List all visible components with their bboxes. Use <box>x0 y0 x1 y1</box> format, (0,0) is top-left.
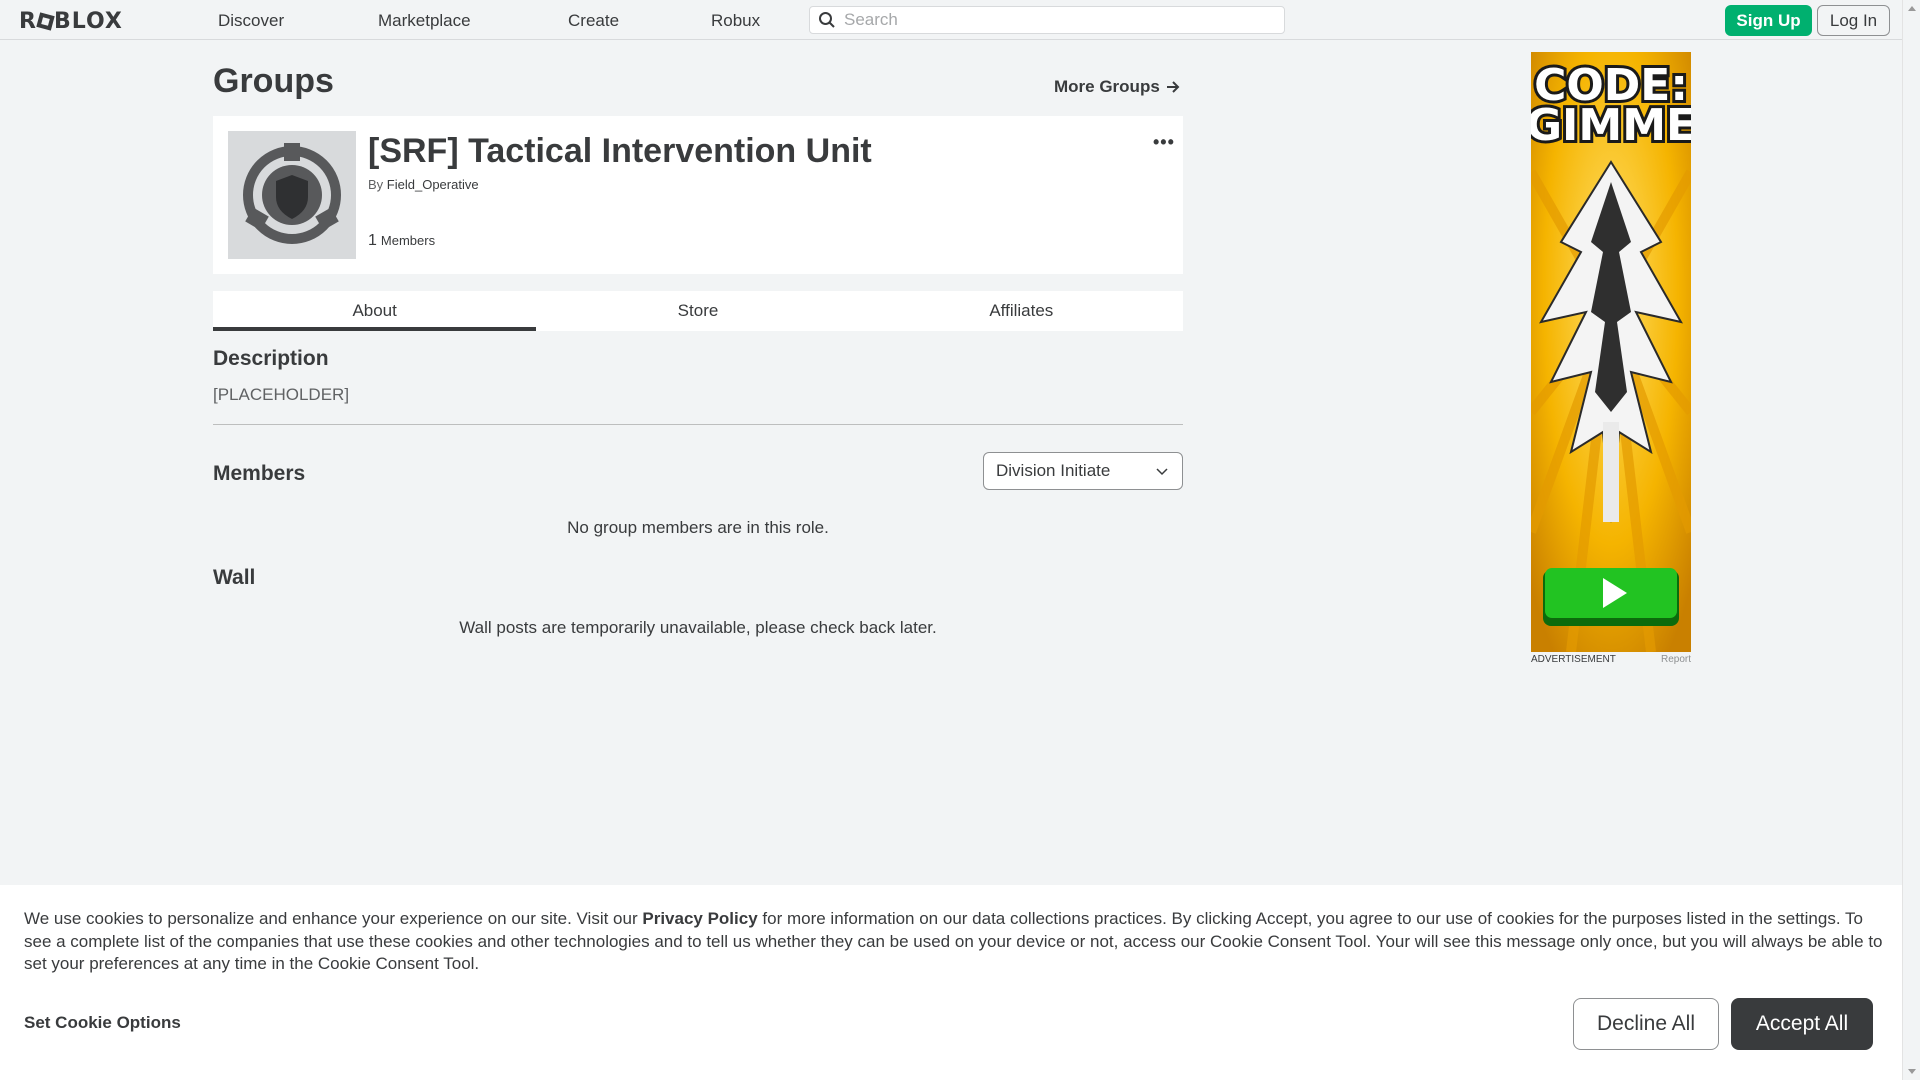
scroll-up-icon[interactable] <box>1908 6 1916 11</box>
more-groups-link[interactable]: More Groups <box>1054 77 1180 97</box>
logo-text-r: R <box>19 9 37 34</box>
signup-button[interactable]: Sign Up <box>1725 5 1812 36</box>
cookie-message: We use cookies to personalize and enhanc… <box>24 908 1884 976</box>
description-text: [PLACEHOLDER] <box>213 385 350 404</box>
members-title: Members <box>213 462 306 485</box>
search-icon <box>819 12 835 28</box>
set-cookie-options-link[interactable]: Set Cookie Options <box>24 1013 181 1033</box>
role-dropdown-value: Division Initiate <box>996 461 1111 480</box>
arrow-right-icon <box>1166 81 1180 93</box>
group-name: [SRF] Tactical Intervention Unit <box>368 132 872 170</box>
ad-creative-image: CODE: GIMME CODE: GIMME <box>1531 52 1691 652</box>
more-options-icon[interactable]: ••• <box>1153 132 1175 153</box>
nav-create[interactable]: Create <box>568 11 619 31</box>
scp-logo-icon <box>243 143 341 244</box>
advertisement-banner[interactable]: CODE: GIMME CODE: GIMME <box>1531 52 1691 652</box>
group-owner: By Field_Operative <box>368 177 479 192</box>
page-title: Groups <box>213 62 334 100</box>
no-members-message: No group members are in this role. <box>567 518 829 537</box>
decline-all-button[interactable]: Decline All <box>1573 998 1719 1050</box>
ad-headline-line2: GIMME <box>1531 100 1691 151</box>
roblox-logo[interactable]: R BLOX <box>19 9 123 34</box>
owner-link[interactable]: Field_Operative <box>387 177 479 192</box>
group-emblem[interactable] <box>228 131 356 259</box>
login-button[interactable]: Log In <box>1817 5 1890 36</box>
top-navbar: R BLOX Discover Marketplace Create Robux … <box>0 0 1902 40</box>
group-member-count: 1 Members <box>368 232 435 250</box>
tab-affiliates[interactable]: Affiliates <box>860 291 1183 331</box>
logo-text-blox: BLOX <box>53 9 123 34</box>
privacy-policy-link[interactable]: Privacy Policy <box>642 909 757 928</box>
owner-by-label: By <box>368 177 384 192</box>
search-box[interactable] <box>809 6 1285 34</box>
section-divider <box>213 424 1183 425</box>
nav-discover[interactable]: Discover <box>218 11 284 31</box>
role-dropdown[interactable]: Division Initiate <box>983 452 1183 490</box>
description-title: Description <box>213 347 329 370</box>
ad-report-link[interactable]: Report <box>1661 654 1691 665</box>
tab-about[interactable]: About <box>213 291 537 331</box>
ad-label-row: ADVERTISEMENT Report <box>1531 654 1691 665</box>
ad-label: ADVERTISEMENT <box>1531 654 1616 665</box>
member-count-value: 1 <box>368 232 377 249</box>
accept-all-button[interactable]: Accept All <box>1731 998 1873 1050</box>
cookie-text-part1: We use cookies to personalize and enhanc… <box>24 909 643 928</box>
wall-message: Wall posts are temporarily unavailable, … <box>459 618 937 637</box>
nav-marketplace[interactable]: Marketplace <box>378 11 471 31</box>
page-scrollbar[interactable] <box>1902 0 1920 1080</box>
wall-title: Wall <box>213 566 256 589</box>
nav-robux[interactable]: Robux <box>711 11 760 31</box>
group-tabs: About Store Affiliates <box>213 291 1183 331</box>
chevron-down-icon <box>1156 468 1168 476</box>
scroll-down-icon[interactable] <box>1908 1069 1916 1074</box>
cookie-banner: We use cookies to personalize and enhanc… <box>0 885 1902 1080</box>
more-groups-label: More Groups <box>1054 77 1160 96</box>
member-count-label: Members <box>380 233 436 248</box>
logo-o-icon <box>36 12 55 31</box>
tab-store[interactable]: Store <box>536 291 859 331</box>
search-input[interactable] <box>844 10 1264 30</box>
group-header-card: [SRF] Tactical Intervention Unit By Fiel… <box>213 116 1183 274</box>
